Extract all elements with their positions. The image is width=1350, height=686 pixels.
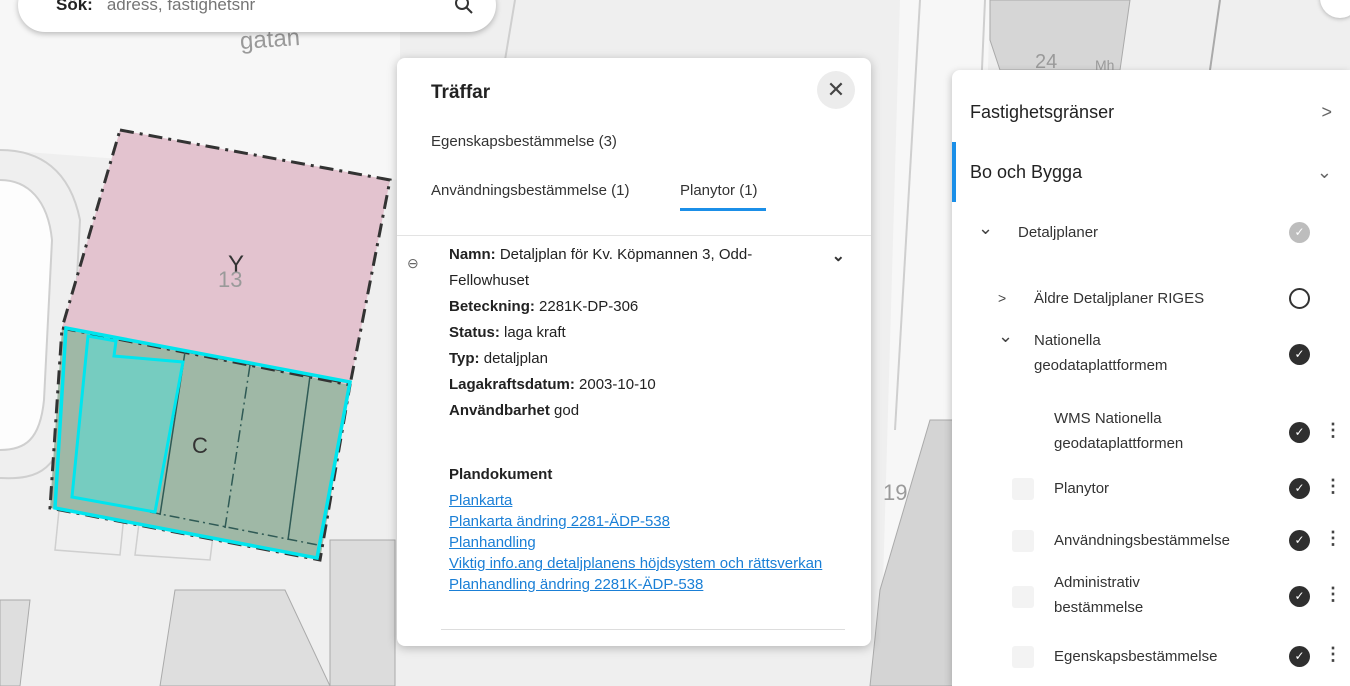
close-icon: ✕ (826, 77, 846, 102)
property-value: detaljplan (479, 350, 548, 367)
results-body: ⊖ ⌄ Namn: Detaljplan för Kv. Köpmannen 3… (397, 238, 871, 638)
empty-circle-icon[interactable] (1289, 288, 1310, 309)
property-key: Beteckning: (449, 298, 535, 315)
property-row: Typ: detaljplan (449, 346, 794, 372)
layer-label: Detaljplaner (1018, 224, 1099, 241)
more-options-icon[interactable]: ⋮ (1324, 526, 1342, 551)
layer-item-detaljplaner[interactable]: ⌄ Detaljplaner ✓ (952, 218, 1350, 246)
layer-item-wms-nationella[interactable]: WMS Nationella geodataplattformen ✓ ⋮ (952, 406, 1350, 460)
legend-thumbnail (1012, 478, 1034, 500)
property-row: Status: laga kraft (449, 320, 794, 346)
layer-item-nationella-geodataplattformem[interactable]: ⌄ Nationella geodataplattformem ✓ (952, 326, 1350, 382)
search-label: Sök: (56, 0, 93, 14)
search-input[interactable] (106, 0, 454, 15)
check-circle-icon[interactable]: ✓ (1289, 646, 1310, 667)
parcel-number: 19 (883, 480, 907, 505)
close-button[interactable]: ✕ (817, 71, 855, 109)
layer-label: Planytor (1054, 480, 1110, 497)
document-link[interactable]: Plankarta ändring 2281-ÄDP-538 (449, 511, 829, 532)
parcel-number: 13 (218, 267, 242, 292)
check-circle-icon[interactable]: ✓ (1289, 344, 1310, 365)
document-link[interactable]: Planhandling (449, 532, 829, 553)
layer-label: Nationella geodataplattformem (1034, 332, 1168, 374)
layer-group-fastighetsgranser[interactable]: Fastighetsgränser > (952, 82, 1350, 142)
layer-item-egenskapsbestammelse[interactable]: Egenskapsbestämmelse ✓ ⋮ (952, 644, 1350, 670)
check-circle-icon[interactable]: ✓ (1289, 478, 1310, 499)
property-key: Namn: (449, 246, 496, 263)
layer-label: Administrativ bestämmelse (1054, 574, 1144, 616)
layer-group-label: Fastighetsgränser (970, 101, 1115, 122)
check-circle-icon[interactable]: ✓ (1289, 530, 1310, 551)
tab-egenskapsbestammelse[interactable]: Egenskapsbestämmelse (3) (431, 133, 617, 150)
chevron-down-icon[interactable]: ⌄ (832, 244, 845, 270)
property-value: 2281K-DP-306 (534, 298, 639, 315)
check-circle-icon[interactable]: ✓ (1289, 586, 1310, 607)
property-value: god (549, 402, 580, 419)
layer-item-administrativ-bestammelse[interactable]: Administrativ bestämmelse ✓ ⋮ (952, 570, 1350, 624)
document-link[interactable]: Planhandling ändring 2281K-ÄDP-538 (449, 574, 829, 595)
check-circle-icon[interactable]: ✓ (1289, 422, 1310, 443)
layer-label: Användningsbestämmelse (1054, 532, 1230, 549)
property-row: Lagakraftsdatum: 2003-10-10 (449, 372, 794, 398)
chevron-right-icon: > (1321, 101, 1332, 122)
property-value: 2003-10-10 (574, 376, 656, 393)
more-options-icon[interactable]: ⋮ (1324, 418, 1342, 443)
layer-panel: Fastighetsgränser > Bo och Bygga ⌄ ⌄ Det… (952, 70, 1350, 686)
search-icon[interactable] (454, 0, 474, 15)
parcel-letter-c: C (192, 433, 208, 458)
document-link[interactable]: Viktig info.ang detaljplanens höjdsystem… (449, 553, 829, 574)
layer-label: Egenskapsbestämmelse (1054, 648, 1218, 665)
property-row: Beteckning: 2281K-DP-306 (449, 294, 794, 320)
layer-label: WMS Nationella geodataplattformen (1054, 410, 1184, 452)
chevron-down-icon: ⌄ (978, 218, 994, 238)
chevron-down-icon: ⌄ (998, 326, 1014, 346)
tab-planytor[interactable]: Planytor (1) (680, 182, 766, 211)
documents-title: Plandokument (449, 466, 553, 483)
property-value: laga kraft (499, 324, 566, 341)
property-key: Status: (449, 324, 500, 341)
results-title: Träffar (431, 82, 491, 103)
legend-thumbnail (1012, 646, 1034, 668)
property-key: Användbarhet (449, 402, 550, 419)
layer-group-label: Bo och Bygga (970, 161, 1083, 182)
more-options-icon[interactable]: ⋮ (1324, 582, 1342, 607)
property-row: Namn: Detaljplan för Kv. Köpmannen 3, Od… (449, 242, 794, 294)
collapse-icon[interactable]: ⊖ (407, 250, 419, 276)
layer-item-anvandningsbestammelse[interactable]: Användningsbestämmelse ✓ ⋮ (952, 528, 1350, 554)
divider (441, 629, 845, 630)
more-options-icon[interactable]: ⋮ (1324, 474, 1342, 499)
results-header: Träffar ✕ Egenskapsbestämmelse (3) Använ… (397, 58, 871, 236)
tab-anvandningsbestammelse[interactable]: Användningsbestämmelse (1) (431, 182, 629, 199)
search-bar: Sök: (18, 0, 496, 32)
plan-documents: Plandokument Plankarta Plankarta ändring… (449, 462, 829, 595)
check-circle-icon[interactable]: ✓ (1289, 222, 1310, 243)
legend-thumbnail (1012, 530, 1034, 552)
layer-group-bo-och-bygga[interactable]: Bo och Bygga ⌄ (952, 142, 1350, 202)
property-key: Lagakraftsdatum: (449, 376, 575, 393)
chevron-right-icon: > (998, 290, 1007, 306)
building (329, 539, 396, 686)
property-row: Användbarhet god (449, 398, 794, 424)
layer-label: Äldre Detaljplaner RIGES (1034, 290, 1205, 307)
more-options-icon[interactable]: ⋮ (1324, 642, 1342, 667)
document-link[interactable]: Plankarta (449, 490, 829, 511)
legend-thumbnail (1012, 586, 1034, 608)
layer-item-aldre-detaljplaner[interactable]: > Äldre Detaljplaner RIGES (952, 286, 1350, 312)
results-popup: Träffar ✕ Egenskapsbestämmelse (3) Använ… (397, 58, 871, 646)
property-key: Typ: (449, 350, 480, 367)
feature-properties: Namn: Detaljplan för Kv. Köpmannen 3, Od… (449, 242, 794, 424)
layer-item-planytor[interactable]: Planytor ✓ ⋮ (952, 476, 1350, 502)
chevron-down-icon: ⌄ (1316, 161, 1332, 182)
